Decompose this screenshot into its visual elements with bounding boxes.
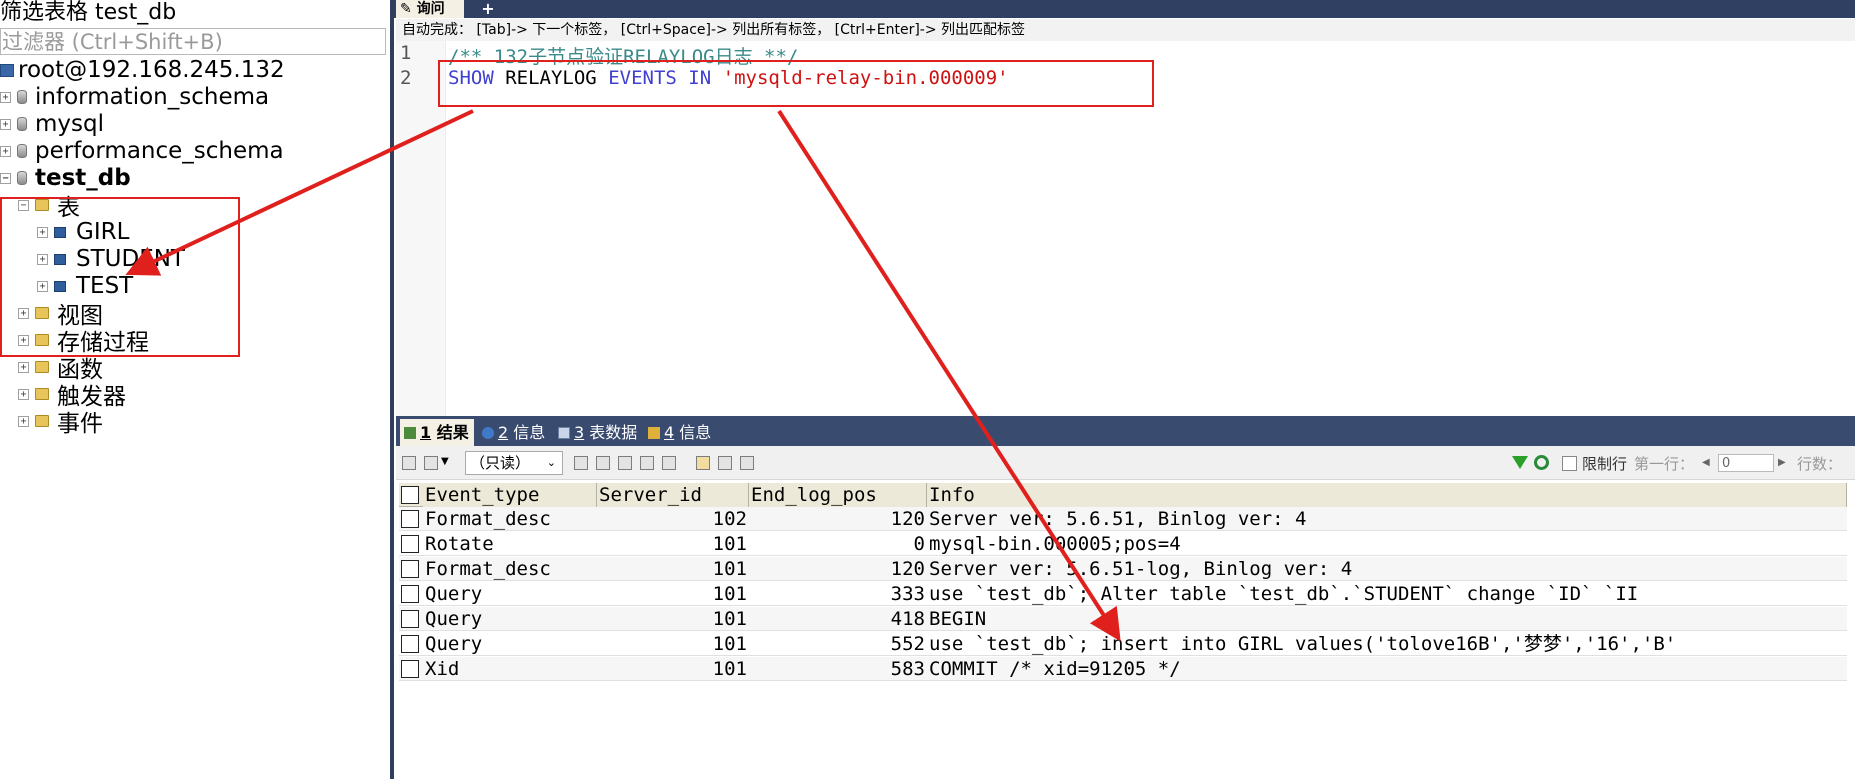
arrow-to-girl-table bbox=[125, 109, 474, 276]
annotation-arrows bbox=[125, 109, 1121, 642]
arrow-to-insert-row bbox=[777, 109, 1121, 642]
